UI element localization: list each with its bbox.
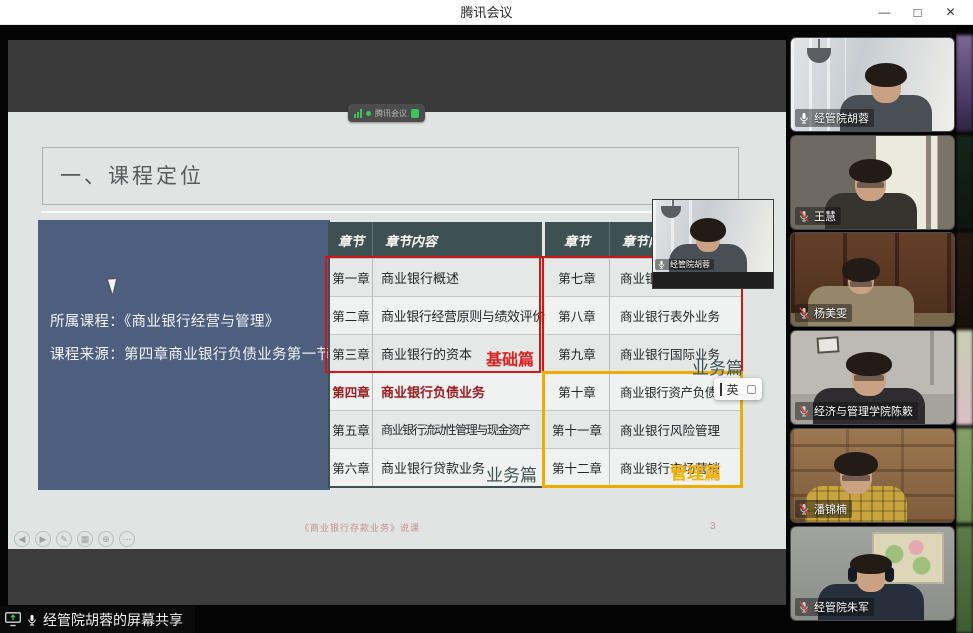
shared-screen-bottom-band bbox=[8, 549, 786, 605]
label-basic-section: 基础篇 bbox=[486, 346, 534, 370]
slide-title: 一、课程定位 bbox=[60, 160, 204, 190]
ime-mode-label: 英 bbox=[727, 381, 739, 398]
participant-nameplate: 杨美雯 bbox=[795, 304, 852, 322]
status-pill-label: 腾讯会议 bbox=[375, 108, 407, 119]
table-header-chapter: 章节 bbox=[545, 222, 610, 258]
participant-thumbnail[interactable]: 经管院朱军 bbox=[790, 526, 955, 621]
edge-video-strip-segment bbox=[956, 35, 973, 132]
course-info-line1: 所属课程：《商业银行经营与管理》 bbox=[50, 306, 331, 339]
title-bar: 腾讯会议 — □ ✕ bbox=[0, 0, 973, 25]
minimize-button[interactable]: — bbox=[868, 0, 901, 25]
shared-screen-top-band bbox=[8, 40, 786, 112]
participant-thumbnail[interactable]: 经济与管理学院陈簌 bbox=[790, 330, 955, 425]
participant-thumbnail[interactable]: 经管院胡蓉 bbox=[790, 37, 955, 132]
participant-thumbnail[interactable]: 杨美雯 bbox=[790, 232, 955, 327]
wall-picture bbox=[816, 336, 839, 353]
mic-muted-icon bbox=[798, 210, 810, 222]
participant-nameplate: 经济与管理学院陈簌 bbox=[795, 402, 918, 420]
window-title: 腾讯会议 bbox=[0, 0, 973, 25]
more-options-button[interactable]: ⋯ bbox=[119, 531, 135, 547]
table-cell-chapter: 第六章 bbox=[330, 448, 373, 486]
headphones bbox=[848, 567, 857, 582]
edge-video-strip-segment bbox=[956, 330, 973, 425]
participant-name: 王慧 bbox=[814, 208, 836, 224]
participant-nameplate: 潘锦楠 bbox=[795, 500, 852, 518]
participant-name: 潘锦楠 bbox=[814, 501, 847, 517]
table-cell-chapter: 第五章 bbox=[330, 410, 373, 448]
participant-name: 经济与管理学院陈簌 bbox=[814, 403, 913, 419]
mic-muted-icon bbox=[798, 307, 810, 319]
label-business-section-left: 业务篇 bbox=[486, 461, 537, 486]
speaker-name: 经管院胡蓉 bbox=[670, 259, 710, 270]
course-info-box: 所属课程：《商业银行经营与管理》 课程来源：第四章商业银行负债业务第一节 bbox=[38, 220, 330, 490]
zoom-tool-button[interactable]: ⊕ bbox=[98, 531, 114, 547]
label-business-section-right: 业务篇 bbox=[692, 354, 743, 379]
ime-popup: 英 bbox=[714, 378, 762, 400]
window-frame bbox=[926, 136, 931, 229]
table-cell-chapter: 第四章 bbox=[330, 372, 373, 410]
mic-on-icon bbox=[26, 614, 38, 626]
pen-tool-button[interactable]: ✎ bbox=[56, 531, 72, 547]
slide-page-number: 3 bbox=[710, 521, 716, 532]
mouse-cursor bbox=[108, 277, 120, 294]
table-cell-content: 商业银行流动性管理与现金资产 bbox=[373, 410, 542, 448]
slide-divider bbox=[42, 211, 739, 213]
speaker-video: 经管院胡蓉 bbox=[653, 200, 773, 272]
participant-thumbnail[interactable]: 潘锦楠 bbox=[790, 428, 955, 523]
speaker-nameplate: 经管院胡蓉 bbox=[655, 259, 714, 270]
screen-share-bar: 经管院胡蓉的屏幕共享 bbox=[0, 606, 195, 633]
participant-thumbnail[interactable]: 王慧 bbox=[790, 135, 955, 230]
mic-on-icon bbox=[798, 112, 810, 124]
participant-nameplate: 经管院胡蓉 bbox=[795, 109, 874, 127]
next-slide-button[interactable]: ▶ bbox=[35, 531, 51, 547]
prev-slide-button[interactable]: ◀ bbox=[14, 531, 30, 547]
screen-share-label: 经管院胡蓉的屏幕共享 bbox=[43, 610, 183, 630]
label-management-section: 管理篇 bbox=[670, 459, 721, 484]
window-controls: — □ ✕ bbox=[868, 0, 967, 25]
mic-muted-icon bbox=[798, 405, 810, 417]
edge-video-strip-segment bbox=[956, 428, 973, 523]
shared-slide: 一、课程定位 所属课程：《商业银行经营与管理》 课程来源：第四章商业银行负债业务… bbox=[8, 112, 786, 549]
meeting-status-pill: 腾讯会议 bbox=[348, 104, 425, 122]
maximize-button[interactable]: □ bbox=[901, 0, 934, 25]
participant-name: 经管院朱军 bbox=[814, 599, 869, 615]
table-header-chapter: 章节 bbox=[330, 222, 373, 258]
participant-name: 经管院胡蓉 bbox=[814, 110, 869, 126]
table-header-content: 章节内容 bbox=[373, 222, 542, 258]
participant-nameplate: 经管院朱军 bbox=[795, 598, 874, 616]
recording-dot-icon bbox=[366, 111, 371, 116]
slide-footer-text: 《商业银行存款业务》说课 bbox=[300, 521, 420, 534]
signal-bars-icon bbox=[354, 109, 362, 118]
participant-nameplate: 王慧 bbox=[795, 207, 841, 225]
mic-on-icon bbox=[657, 260, 666, 269]
mic-muted-icon bbox=[798, 503, 810, 515]
meeting-window: 腾讯会议 — □ ✕ 腾讯会议 一、课程定位 所属课程：《商业银行经营与管理》 … bbox=[0, 0, 973, 633]
course-info-line2: 课程来源：第四章商业银行负债业务第一节 bbox=[50, 339, 331, 372]
participant-name: 杨美雯 bbox=[814, 305, 847, 321]
speaking-overlay[interactable]: 正在讲话: 经管院胡蓉 bbox=[652, 199, 774, 289]
course-info-text: 所属课程：《商业银行经营与管理》 课程来源：第四章商业银行负债业务第一节 bbox=[50, 306, 331, 372]
door-frame bbox=[930, 331, 934, 385]
edge-video-strip-segment bbox=[956, 526, 973, 633]
edge-video-strip-segment bbox=[956, 135, 973, 230]
shield-icon bbox=[411, 109, 419, 118]
ime-icon bbox=[747, 385, 756, 394]
ime-caret bbox=[720, 383, 722, 396]
presenter-controls: ◀ ▶ ✎ ▦ ⊕ ⋯ bbox=[14, 531, 135, 547]
screen-share-icon bbox=[5, 612, 21, 627]
mic-muted-icon bbox=[798, 601, 810, 613]
annotate-tool-button[interactable]: ▦ bbox=[77, 531, 93, 547]
table-cell-content: 商业银行负债业务 bbox=[373, 372, 542, 410]
edge-video-strip-segment bbox=[956, 232, 973, 328]
edge-video-strip bbox=[956, 25, 973, 633]
close-button[interactable]: ✕ bbox=[934, 0, 967, 25]
